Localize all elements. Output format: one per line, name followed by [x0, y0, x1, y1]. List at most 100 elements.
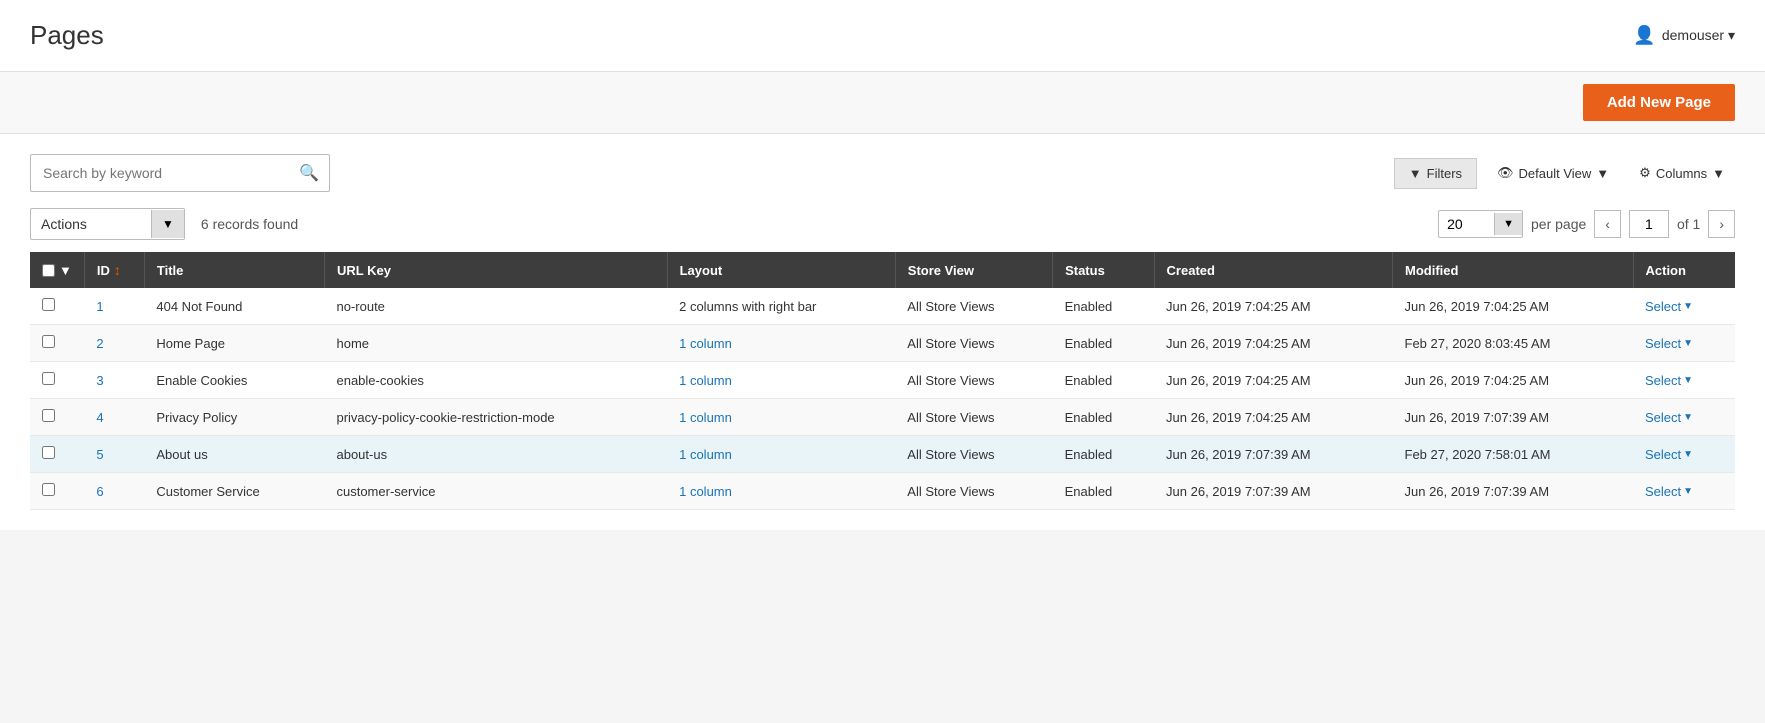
th-url-key[interactable]: URL Key	[324, 252, 667, 288]
row-modified: Jun 26, 2019 7:04:25 AM	[1393, 362, 1634, 399]
row-id: 2	[84, 325, 144, 362]
columns-button[interactable]: ⚙ Columns ▼	[1629, 158, 1735, 188]
user-menu[interactable]: 👤 demouser ▾	[1633, 25, 1735, 46]
default-view-button[interactable]: 👁 Default View ▼	[1487, 158, 1619, 188]
select-link[interactable]: Select ▼	[1645, 447, 1723, 462]
row-checkbox-cell	[30, 436, 84, 473]
row-checkbox-cell	[30, 288, 84, 325]
th-modified[interactable]: Modified	[1393, 252, 1634, 288]
row-id: 5	[84, 436, 144, 473]
th-created[interactable]: Created	[1154, 252, 1392, 288]
select-all-checkbox[interactable]	[42, 264, 55, 277]
url-key-text: no-route	[336, 299, 384, 314]
row-action: Select ▼	[1633, 325, 1735, 362]
th-checkbox: ▼	[30, 252, 84, 288]
id-link[interactable]: 2	[96, 336, 103, 351]
of-pages-label: of 1	[1677, 216, 1700, 232]
row-checkbox[interactable]	[42, 372, 55, 385]
status-text: Enabled	[1065, 336, 1113, 351]
row-action: Select ▼	[1633, 362, 1735, 399]
select-arrow: ▼	[1683, 301, 1693, 312]
th-layout[interactable]: Layout	[667, 252, 895, 288]
row-checkbox[interactable]	[42, 298, 55, 311]
th-id[interactable]: ID ↕	[84, 252, 144, 288]
title-text: Customer Service	[156, 484, 259, 499]
row-status: Enabled	[1053, 399, 1154, 436]
row-checkbox[interactable]	[42, 335, 55, 348]
created-text: Jun 26, 2019 7:04:25 AM	[1166, 299, 1311, 314]
header-checkbox-arrow[interactable]: ▼	[59, 263, 72, 278]
row-action: Select ▼	[1633, 436, 1735, 473]
select-link[interactable]: Select ▼	[1645, 299, 1723, 314]
filter-buttons: ▼ Filters 👁 Default View ▼ ⚙ Columns ▼	[1394, 158, 1735, 189]
row-created: Jun 26, 2019 7:04:25 AM	[1154, 325, 1392, 362]
layout-link[interactable]: 1 column	[679, 484, 732, 499]
row-modified: Jun 26, 2019 7:07:39 AM	[1393, 399, 1634, 436]
id-link[interactable]: 3	[96, 373, 103, 388]
layout-link[interactable]: 1 column	[679, 373, 732, 388]
filters-button[interactable]: ▼ Filters	[1394, 158, 1477, 189]
row-url-key: no-route	[324, 288, 667, 325]
status-text: Enabled	[1065, 373, 1113, 388]
row-checkbox-cell	[30, 473, 84, 510]
per-page-label: per page	[1531, 216, 1586, 232]
add-new-page-button[interactable]: Add New Page	[1583, 84, 1735, 121]
layout-link[interactable]: 1 column	[679, 447, 732, 462]
row-checkbox[interactable]	[42, 446, 55, 459]
id-link[interactable]: 4	[96, 410, 103, 425]
id-link[interactable]: 5	[96, 447, 103, 462]
store-view-text: All Store Views	[907, 447, 994, 462]
th-title[interactable]: Title	[144, 252, 324, 288]
actions-select[interactable]: Actions	[31, 209, 151, 239]
select-link[interactable]: Select ▼	[1645, 336, 1723, 351]
modified-text: Feb 27, 2020 7:58:01 AM	[1405, 447, 1551, 462]
current-page-input[interactable]	[1629, 210, 1669, 238]
status-text: Enabled	[1065, 299, 1113, 314]
row-id: 1	[84, 288, 144, 325]
user-icon: 👤	[1633, 25, 1655, 46]
row-modified: Jun 26, 2019 7:07:39 AM	[1393, 473, 1634, 510]
row-url-key: privacy-policy-cookie-restriction-mode	[324, 399, 667, 436]
per-page-select[interactable]: 20	[1439, 211, 1494, 237]
next-page-button[interactable]: ›	[1708, 210, 1735, 238]
id-link[interactable]: 6	[96, 484, 103, 499]
page-title: Pages	[30, 20, 104, 51]
row-checkbox[interactable]	[42, 409, 55, 422]
row-modified: Feb 27, 2020 7:58:01 AM	[1393, 436, 1634, 473]
row-id: 4	[84, 399, 144, 436]
row-layout: 2 columns with right bar	[667, 288, 895, 325]
table-row: 6 Customer Service customer-service 1 co…	[30, 473, 1735, 510]
actions-row: Actions ▼ 6 records found 20 ▼ per page …	[30, 208, 1735, 240]
view-dropdown-arrow: ▼	[1596, 166, 1609, 181]
th-action: Action	[1633, 252, 1735, 288]
th-store-view[interactable]: Store View	[895, 252, 1052, 288]
row-status: Enabled	[1053, 436, 1154, 473]
row-modified: Feb 27, 2020 8:03:45 AM	[1393, 325, 1634, 362]
select-link[interactable]: Select ▼	[1645, 484, 1723, 499]
row-layout: 1 column	[667, 436, 895, 473]
url-key-text: about-us	[336, 447, 387, 462]
actions-dropdown-button[interactable]: ▼	[151, 210, 184, 238]
search-input[interactable]	[31, 157, 289, 189]
layout-link[interactable]: 1 column	[679, 410, 732, 425]
th-status[interactable]: Status	[1053, 252, 1154, 288]
row-id: 6	[84, 473, 144, 510]
row-checkbox[interactable]	[42, 483, 55, 496]
select-link[interactable]: Select ▼	[1645, 410, 1723, 425]
id-link[interactable]: 1	[96, 299, 103, 314]
prev-page-button[interactable]: ‹	[1594, 210, 1621, 238]
layout-link[interactable]: 1 column	[679, 336, 732, 351]
top-header: Pages 👤 demouser ▾	[0, 0, 1765, 72]
search-button[interactable]: 🔍	[289, 155, 329, 191]
pagination-right: 20 ▼ per page ‹ of 1 ›	[1438, 210, 1735, 238]
per-page-arrow-button[interactable]: ▼	[1494, 213, 1522, 235]
row-layout: 1 column	[667, 362, 895, 399]
select-link[interactable]: Select ▼	[1645, 373, 1723, 388]
eye-icon: 👁	[1497, 165, 1514, 181]
row-status: Enabled	[1053, 473, 1154, 510]
status-text: Enabled	[1065, 447, 1113, 462]
table-row: 5 About us about-us 1 column All Store V…	[30, 436, 1735, 473]
row-store-view: All Store Views	[895, 399, 1052, 436]
of-label: of	[1677, 216, 1689, 232]
content-area: 🔍 ▼ Filters 👁 Default View ▼ ⚙ Columns ▼	[0, 134, 1765, 530]
